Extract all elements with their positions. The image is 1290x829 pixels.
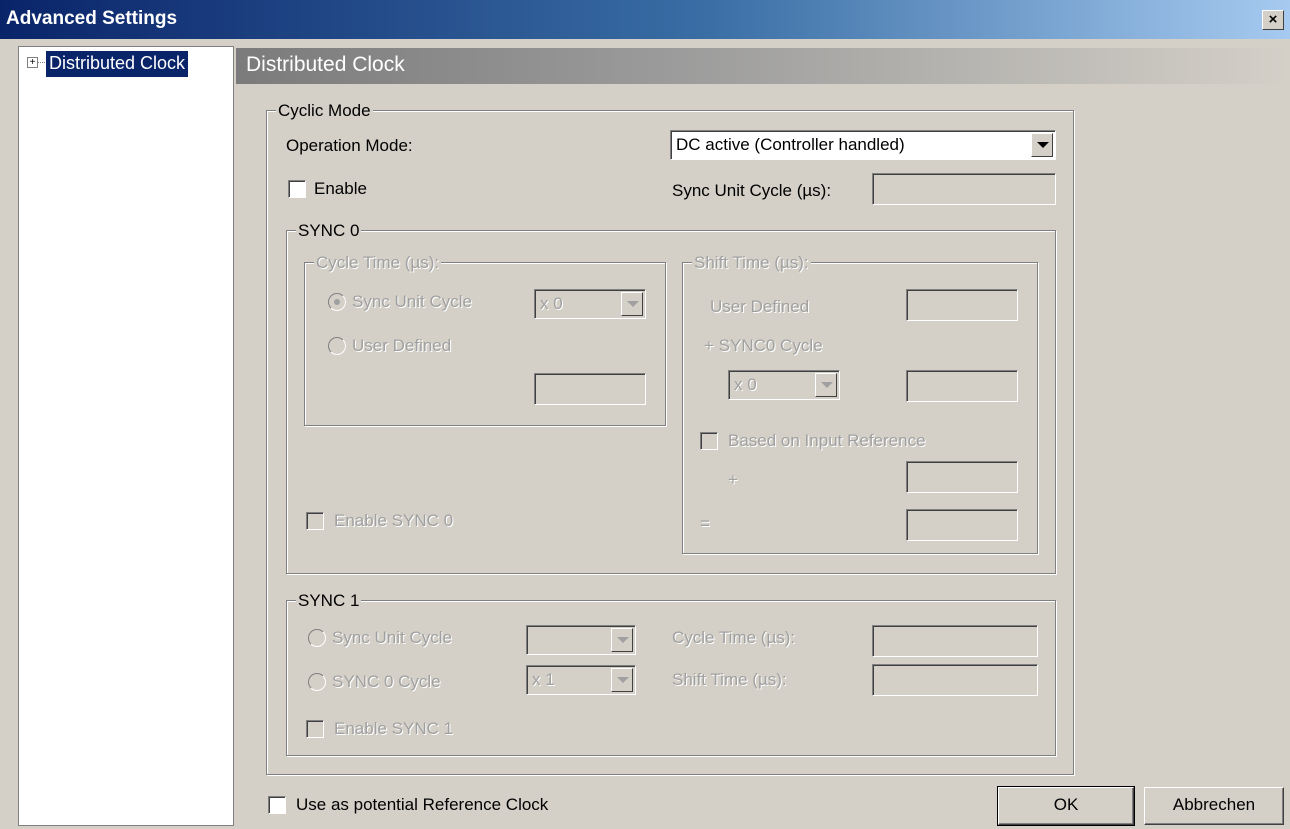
sync1-shift-time-field[interactable]	[872, 664, 1038, 696]
panel-title: Distributed Clock	[246, 53, 405, 76]
based-on-input-checkbox[interactable]	[700, 432, 718, 450]
sync1-sync-unit-cycle-label: Sync Unit Cycle	[332, 628, 452, 647]
sync0-sync-unit-cycle-factor[interactable]: x 0	[534, 289, 646, 319]
cancel-button[interactable]: Abbrechen	[1144, 787, 1284, 825]
chevron-down-icon[interactable]	[815, 373, 837, 397]
chevron-down-icon[interactable]	[611, 668, 633, 692]
expand-icon[interactable]: +	[27, 57, 38, 68]
window-title: Advanced Settings	[6, 8, 178, 29]
shift-user-defined-field[interactable]	[906, 289, 1018, 321]
sync0-cycle-value-field[interactable]	[906, 370, 1018, 402]
enable-label: Enable	[314, 179, 367, 198]
sync0-user-defined-field[interactable]	[534, 373, 646, 405]
sync1-sync0-cycle-label: SYNC 0 Cycle	[332, 672, 441, 691]
based-on-input-label: Based on Input Reference	[728, 431, 926, 450]
enable-sync0-checkbox[interactable]	[306, 512, 324, 530]
sync0-cycle-factor[interactable]: x 0	[728, 370, 840, 400]
sync1-sync-unit-cycle-factor[interactable]	[526, 625, 636, 655]
ok-button[interactable]: OK	[997, 786, 1135, 826]
chevron-down-icon[interactable]	[1031, 133, 1053, 157]
equals-value-field[interactable]	[906, 509, 1018, 541]
enable-sync1-checkbox[interactable]	[306, 720, 324, 738]
plus-sign: +	[728, 470, 738, 489]
reference-clock-checkbox[interactable]	[268, 796, 286, 814]
equals-sign: =	[700, 514, 710, 533]
chevron-down-icon[interactable]	[611, 628, 633, 652]
sync1-sync0-cycle-factor[interactable]: x 1	[526, 665, 636, 695]
sync0-sync-unit-cycle-label: Sync Unit Cycle	[352, 292, 472, 311]
enable-sync0-label: Enable SYNC 0	[334, 511, 454, 530]
title-bar: Advanced Settings ×	[0, 0, 1290, 40]
enable-sync1-label: Enable SYNC 1	[334, 719, 454, 738]
sync0-cycle-factor-value: x 0	[734, 375, 757, 394]
tree-connector	[38, 62, 45, 63]
sync-unit-cycle-label: Sync Unit Cycle (µs):	[672, 181, 832, 200]
sync1-cycle-time-field[interactable]	[872, 625, 1038, 657]
sync0-user-defined-label: User Defined	[352, 336, 452, 355]
sync0-sync-unit-cycle-radio[interactable]	[328, 293, 346, 311]
panel-header: Distributed Clock	[236, 48, 1290, 84]
sync0-shift-time-legend: Shift Time (µs):	[692, 253, 811, 273]
enable-checkbox[interactable]	[288, 180, 306, 198]
shift-user-defined-label: User Defined	[710, 297, 810, 316]
sync1-cycle-time-label: Cycle Time (µs):	[672, 628, 796, 647]
sync1-sync0-cycle-factor-value: x 1	[532, 670, 555, 689]
sync1-sync0-cycle-radio[interactable]	[308, 673, 326, 691]
settings-tree[interactable]: + Distributed Clock	[18, 46, 234, 826]
sync1-legend: SYNC 1	[296, 591, 362, 611]
sync0-user-defined-radio[interactable]	[328, 337, 346, 355]
operation-mode-value: DC active (Controller handled)	[676, 135, 905, 154]
sync1-shift-time-label: Shift Time (µs):	[672, 670, 787, 689]
sync-unit-cycle-field[interactable]	[872, 173, 1056, 205]
sync0-cycle-time-legend: Cycle Time (µs):	[314, 253, 442, 273]
chevron-down-icon[interactable]	[621, 292, 643, 316]
operation-mode-label: Operation Mode:	[286, 136, 413, 155]
close-button[interactable]: ×	[1262, 10, 1284, 30]
operation-mode-select[interactable]: DC active (Controller handled)	[670, 130, 1056, 160]
close-icon: ×	[1268, 11, 1278, 28]
cyclic-mode-legend: Cyclic Mode	[276, 101, 373, 121]
tree-item-distributed-clock[interactable]: Distributed Clock	[46, 51, 189, 77]
sync0-cycle-label: + SYNC0 Cycle	[704, 336, 823, 355]
sync1-sync-unit-cycle-radio[interactable]	[308, 629, 326, 647]
reference-clock-label: Use as potential Reference Clock	[296, 795, 549, 814]
sync0-factor-value: x 0	[540, 294, 563, 313]
sync0-legend: SYNC 0	[296, 221, 362, 241]
plus-value-field[interactable]	[906, 461, 1018, 493]
